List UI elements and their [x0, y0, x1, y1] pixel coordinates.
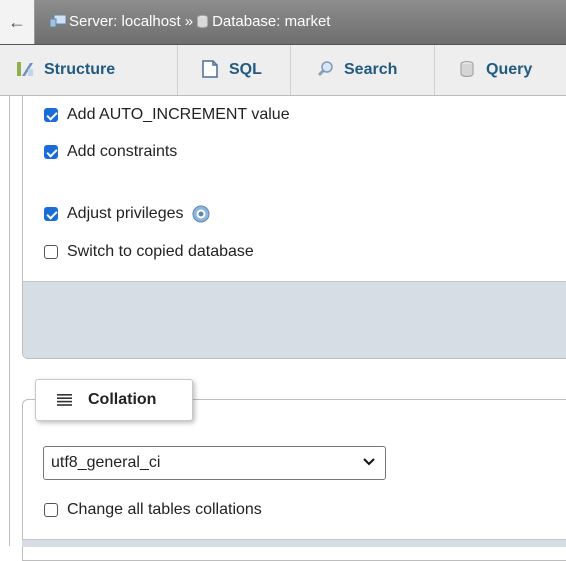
breadcrumb-database[interactable]: Database: market — [212, 13, 330, 30]
auto-increment-label: Add AUTO_INCREMENT value — [67, 106, 290, 123]
tab-sql[interactable]: SQL — [179, 45, 291, 95]
top-bar: ← Server: localhost» Database: market — [0, 0, 566, 45]
server-icon — [50, 15, 66, 27]
content-left-border — [9, 96, 10, 546]
constraints-option[interactable]: Add constraints — [44, 140, 177, 164]
tab-query[interactable]: Query — [436, 45, 566, 95]
tab-structure[interactable]: Structure — [0, 45, 178, 95]
breadcrumb-server[interactable]: Server: localhost — [69, 13, 181, 30]
fieldset-footer — [23, 281, 566, 358]
search-icon — [317, 61, 333, 77]
auto-increment-checkbox[interactable] — [44, 108, 58, 122]
change-all-collations-label: Change all tables collations — [67, 501, 262, 518]
chevron-down-icon — [363, 458, 375, 466]
help-icon[interactable] — [192, 205, 210, 223]
copy-options-fieldset — [22, 96, 566, 359]
breadcrumb: Server: localhost» Database: market — [50, 0, 330, 44]
privileges-option[interactable]: Adjust privileges — [44, 202, 210, 226]
change-all-collations-option[interactable]: Change all tables collations — [44, 498, 262, 522]
switch-database-checkbox[interactable] — [44, 245, 58, 259]
query-icon — [460, 61, 474, 77]
collation-select-value: utf8_general_ci — [51, 454, 161, 471]
collation-fieldset — [22, 399, 566, 561]
tab-structure-label: Structure — [44, 61, 116, 78]
collation-legend: Collation — [35, 379, 193, 421]
tab-query-label: Query — [486, 61, 533, 78]
switch-database-option[interactable]: Switch to copied database — [44, 240, 254, 264]
tab-sql-label: SQL — [229, 61, 262, 78]
database-icon — [197, 15, 209, 28]
list-icon — [57, 394, 72, 406]
sql-icon — [202, 60, 218, 78]
constraints-checkbox[interactable] — [44, 145, 58, 159]
collation-legend-label: Collation — [88, 391, 157, 408]
tab-bar: Structure SQL Search Query — [0, 45, 566, 96]
change-all-collations-checkbox[interactable] — [44, 503, 58, 517]
tab-search[interactable]: Search — [292, 45, 435, 95]
auto-increment-option[interactable]: Add AUTO_INCREMENT value — [44, 103, 290, 127]
privileges-checkbox[interactable] — [44, 207, 58, 221]
back-arrow-icon[interactable]: ← — [0, 0, 35, 44]
collation-select[interactable]: utf8_general_ci — [43, 446, 386, 480]
privileges-label: Adjust privileges — [67, 205, 184, 222]
breadcrumb-separator: » — [184, 13, 194, 30]
constraints-label: Add constraints — [67, 143, 178, 160]
tab-search-label: Search — [344, 61, 398, 78]
structure-icon — [17, 62, 33, 76]
switch-database-label: Switch to copied database — [67, 243, 254, 260]
